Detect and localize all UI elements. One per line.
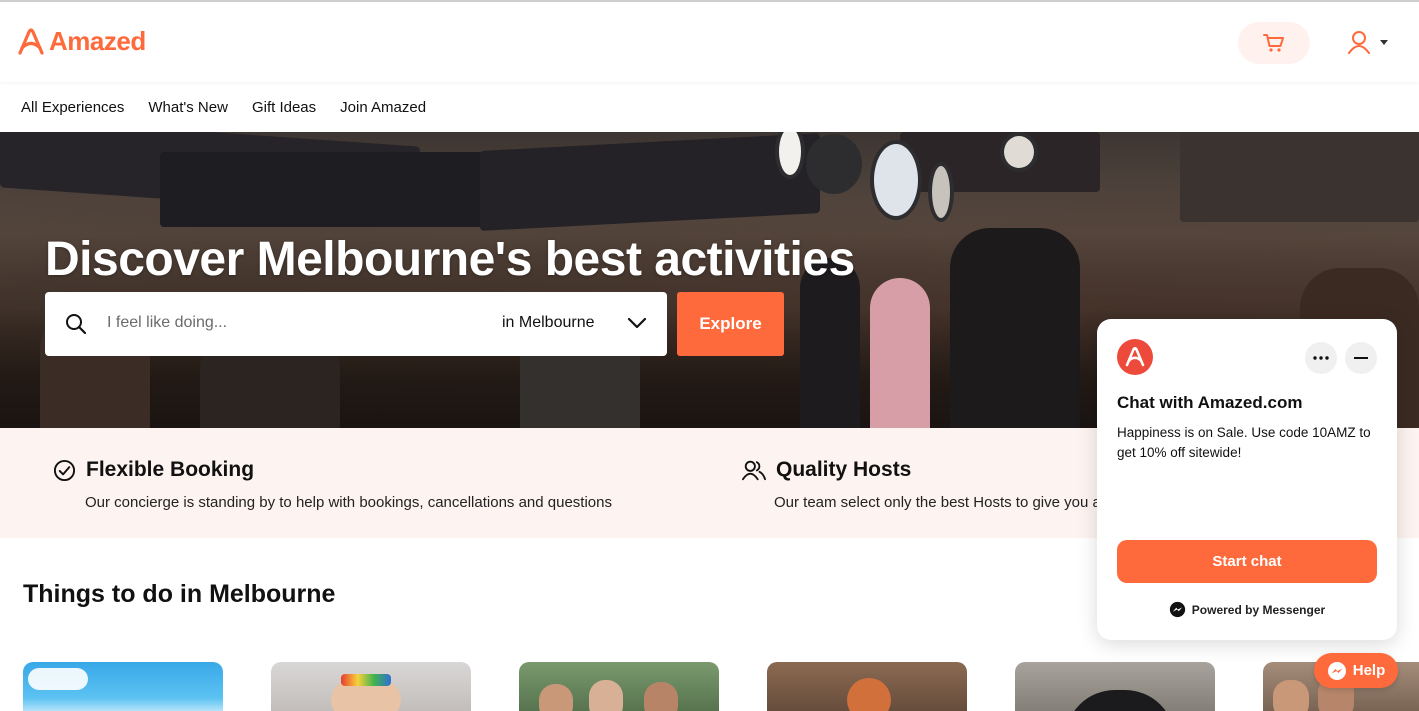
chat-title: Chat with Amazed.com: [1117, 393, 1303, 412]
experience-card[interactable]: [767, 662, 967, 711]
cart-icon: [1263, 34, 1284, 52]
section-title: Things to do in Melbourne: [23, 580, 336, 608]
logo[interactable]: Amazed: [16, 26, 146, 57]
location-select[interactable]: in Melbourne: [502, 314, 595, 332]
amazed-avatar-icon: [1117, 339, 1153, 375]
nav-item-gift-ideas[interactable]: Gift Ideas: [252, 99, 316, 116]
chevron-down-icon[interactable]: [627, 316, 647, 330]
explore-button[interactable]: Explore: [677, 292, 784, 356]
cart-button[interactable]: [1238, 22, 1310, 64]
top-bar: Amazed: [0, 0, 1419, 82]
feature-title: Quality Hosts: [776, 458, 912, 481]
search-icon: [66, 314, 87, 335]
chat-widget: Chat with Amazed.com Happiness is on Sal…: [1097, 319, 1397, 640]
user-menu[interactable]: [1348, 30, 1388, 54]
start-chat-button[interactable]: Start chat: [1117, 540, 1377, 583]
search-input[interactable]: I feel like doing...: [107, 314, 227, 332]
feature-quality-hosts: Quality Hosts Our team select only the b…: [742, 458, 1113, 511]
main-nav: All Experiences What's New Gift Ideas Jo…: [0, 82, 1419, 132]
feature-title: Flexible Booking: [86, 458, 255, 481]
user-icon: [1348, 31, 1370, 54]
hero-title: Discover Melbourne's best activities: [45, 233, 855, 286]
experience-card[interactable]: [271, 662, 471, 711]
chat-message: Happiness is on Sale. Use code 10AMZ to …: [1117, 425, 1371, 460]
minimize-button[interactable]: [1345, 342, 1377, 374]
experience-card[interactable]: [519, 662, 719, 711]
help-button[interactable]: Help: [1314, 653, 1398, 688]
nav-item-all-experiences[interactable]: All Experiences: [21, 99, 124, 116]
amazed-logo-icon: [18, 27, 44, 55]
more-icon: [1313, 356, 1329, 360]
powered-by: Powered by Messenger: [1097, 601, 1397, 618]
powered-by-text: Powered by Messenger: [1191, 602, 1326, 617]
users-icon: [742, 460, 766, 481]
experience-card[interactable]: [1015, 662, 1215, 711]
search-bar: I feel like doing... in Melbourne: [45, 292, 667, 356]
check-circle-icon: [53, 459, 76, 481]
nav-item-whats-new[interactable]: What's New: [148, 99, 228, 116]
more-options-button[interactable]: [1305, 342, 1337, 374]
messenger-icon: [1169, 601, 1185, 618]
feature-flexible-booking: Flexible Booking Our concierge is standi…: [53, 458, 612, 511]
feature-description: Our team select only the best Hosts to g…: [774, 494, 1113, 511]
experience-card[interactable]: [23, 662, 223, 711]
help-label: Help: [1352, 662, 1386, 679]
logo-text: Amazed: [49, 26, 146, 56]
chevron-down-icon: [1380, 39, 1388, 45]
nav-item-join-amazed[interactable]: Join Amazed: [340, 99, 426, 116]
messenger-icon: [1327, 661, 1346, 680]
feature-description: Our concierge is standing by to help wit…: [85, 494, 612, 511]
minimize-icon: [1354, 357, 1368, 359]
